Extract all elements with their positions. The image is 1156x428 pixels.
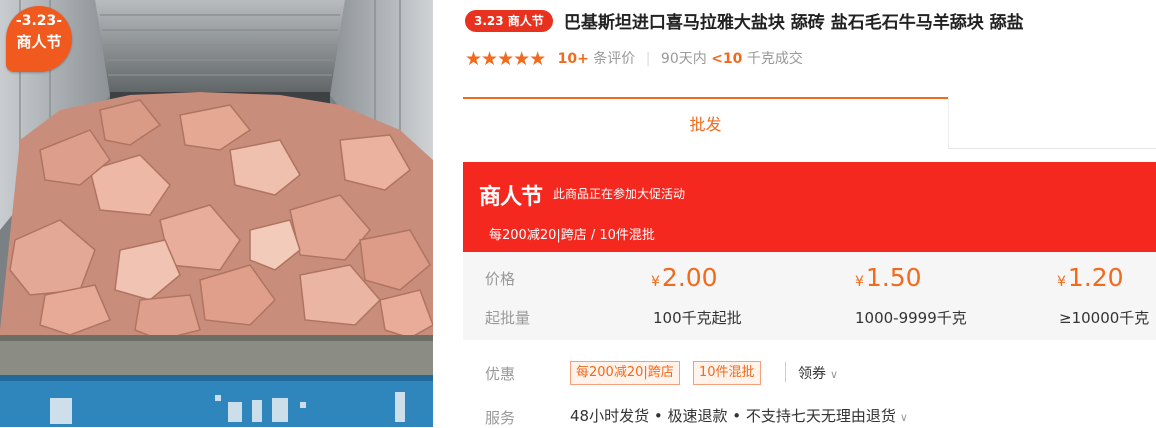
get-coupon-label: 领券 xyxy=(798,366,826,382)
salt-rocks-illustration xyxy=(0,0,433,427)
chevron-down-icon: ∨ xyxy=(830,368,839,381)
festival-logo: 商人节 xyxy=(479,185,543,210)
promo-rules: 每200减20|跨店 / 10件混批 xyxy=(489,228,655,243)
sales-prefix: 90天内 xyxy=(660,51,707,67)
review-label[interactable]: 条评价 xyxy=(593,51,635,67)
festival-title-tag: 3.23 商人节 xyxy=(465,9,553,32)
tier-2-quantity: 1000-9999千克 xyxy=(855,309,967,327)
get-coupon-button[interactable]: 领券 ∨ xyxy=(798,363,838,383)
festival-badge-date: -3.23- xyxy=(15,13,63,29)
review-count[interactable]: 10+ xyxy=(558,51,589,67)
service-info[interactable]: 48小时发货 • 极速退款 • 不支持七天无理由退货 ∨ xyxy=(570,405,908,426)
product-image[interactable]: -3.23- 商人节 xyxy=(0,0,433,427)
currency-symbol: ¥ xyxy=(651,274,660,290)
tier-1-price: ¥2.00 xyxy=(651,263,718,292)
price-tiers-panel: 价格 起批量 ¥2.00 100千克起批 ¥1.50 1000-9999千克 ¥… xyxy=(463,252,1156,340)
tab-wholesale[interactable]: 批发 xyxy=(463,99,948,149)
currency-symbol: ¥ xyxy=(1057,274,1066,290)
promo-description: 此商品正在参加大促活动 xyxy=(553,187,686,201)
star-rating-icon: ★★★★★ xyxy=(465,48,546,70)
divider xyxy=(785,362,786,382)
coupon-mixed-batch[interactable]: 10件混批 xyxy=(693,361,761,385)
tab-empty xyxy=(948,98,1156,149)
discount-label: 优惠 xyxy=(485,365,516,383)
tier-1-quantity: 100千克起批 xyxy=(653,309,742,327)
festival-badge-name: 商人节 xyxy=(16,33,62,51)
rating-row: ★★★★★ 10+ 条评价 | 90天内 <10 千克成交 xyxy=(465,48,803,70)
tier-3-quantity: ≥10000千克 xyxy=(1059,309,1150,327)
divider: | xyxy=(645,51,651,67)
festival-promo-banner: 商人节 此商品正在参加大促活动 每200减20|跨店 / 10件混批 xyxy=(463,162,1156,252)
product-title: 巴基斯坦进口喜马拉雅大盐块 舔砖 盐石毛石牛马羊舔块 舔盐 xyxy=(563,13,1024,33)
tier-2-price-value: 1.50 xyxy=(865,263,922,292)
tier-1-price-value: 2.00 xyxy=(661,263,718,292)
sales-unit: 千克成交 xyxy=(746,51,803,67)
sales-value: <10 xyxy=(711,51,743,67)
tier-3-price-value: 1.20 xyxy=(1067,263,1124,292)
price-label: 价格 xyxy=(485,270,516,288)
tier-3-price: ¥1.20 xyxy=(1057,263,1124,292)
tier-2-price: ¥1.50 xyxy=(855,263,922,292)
currency-symbol: ¥ xyxy=(855,274,864,290)
min-qty-label: 起批量 xyxy=(485,309,531,327)
service-text: 48小时发货 • 极速退款 • 不支持七天无理由退货 xyxy=(570,407,896,425)
chevron-down-icon: ∨ xyxy=(899,411,908,424)
service-label: 服务 xyxy=(485,409,516,427)
product-title-row: 3.23 商人节 巴基斯坦进口喜马拉雅大盐块 舔砖 盐石毛石牛马羊舔块 舔盐 xyxy=(465,8,1156,36)
festival-badge: -3.23- 商人节 xyxy=(6,6,72,72)
coupon-cross-store[interactable]: 每200减20|跨店 xyxy=(570,361,680,385)
